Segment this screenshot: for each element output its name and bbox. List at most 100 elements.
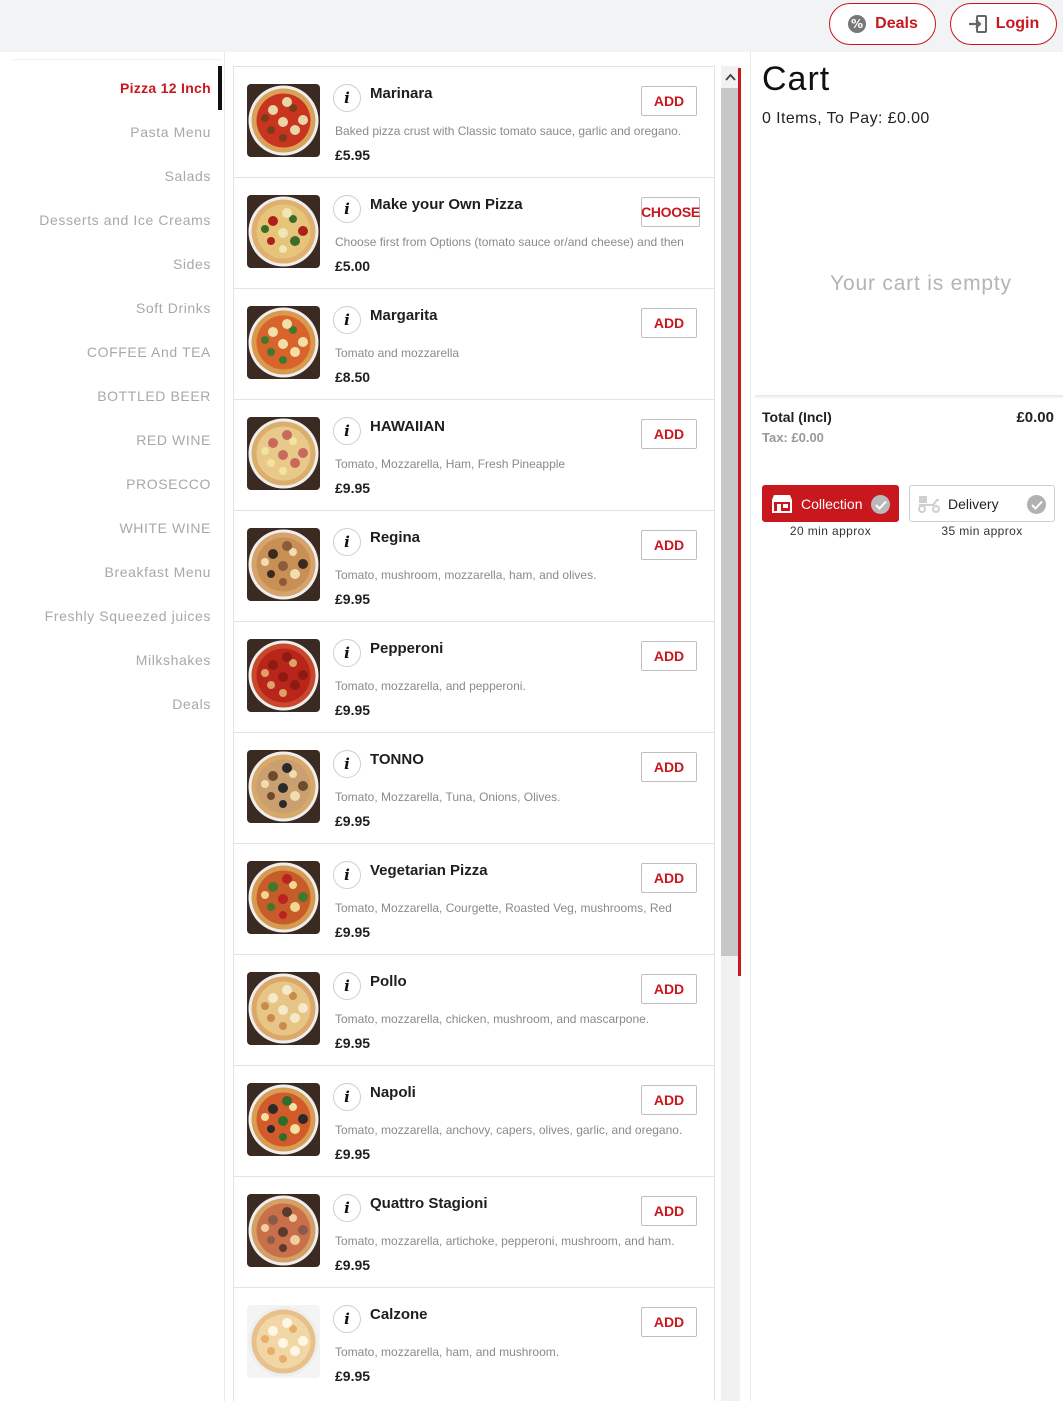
sidebar-item-prosecco[interactable]: PROSECCO <box>126 476 211 492</box>
menu-item-price: £8.50 <box>335 369 371 385</box>
top-bar: % Deals Login <box>0 0 1063 52</box>
menu-item-description: Tomato, mushroom, mozzarella, ham, and o… <box>335 568 597 582</box>
menu-item-name: Pepperoni <box>370 640 444 657</box>
info-icon[interactable]: i <box>333 528 361 556</box>
sidebar-divider <box>224 52 225 1401</box>
add-button[interactable]: ADD <box>641 86 697 116</box>
login-button[interactable]: Login <box>950 3 1057 45</box>
menu-item-row: i Marinara Baked pizza crust with Classic … <box>234 66 715 177</box>
add-button[interactable]: ADD <box>641 419 697 449</box>
info-icon[interactable]: i <box>333 750 361 778</box>
pizza-image[interactable] <box>247 639 320 712</box>
menu-item-price: £9.95 <box>335 924 371 940</box>
add-button[interactable]: ADD <box>641 863 697 893</box>
delivery-label: Delivery <box>948 495 999 512</box>
pizza-image[interactable] <box>247 195 320 268</box>
info-icon[interactable]: i <box>333 972 361 1000</box>
info-icon[interactable]: i <box>333 1194 361 1222</box>
pizza-image[interactable] <box>247 750 320 823</box>
menu-item-name: Vegetarian Pizza <box>370 862 488 879</box>
menu-item-row: i Pollo Tomato, mozzarella, chicken, mushr… <box>234 954 715 1065</box>
info-icon[interactable]: i <box>333 639 361 667</box>
add-button[interactable]: ADD <box>641 1307 697 1337</box>
menu-item-row: i TONNO Tomato, Mozzarella, Tuna, Onions, … <box>234 732 715 843</box>
menu-item-row: i Quattro Stagioni Tomato, mozzarella, art… <box>234 1176 715 1287</box>
menu-item-row: i Napoli Tomato, mozzarella, anchovy, cape… <box>234 1065 715 1176</box>
menu-item-row: i HAWAIIAN Tomato, Mozzarella, Ham, Fresh … <box>234 399 715 510</box>
info-icon[interactable]: i <box>333 84 361 112</box>
menu-item-price: £5.95 <box>335 147 371 163</box>
add-button[interactable]: ADD <box>641 974 697 1004</box>
menu-item-description: Tomato and mozzarella <box>335 346 460 360</box>
add-button[interactable]: ADD <box>641 641 697 671</box>
menu-item-description: Tomato, mozzarella, anchovy, capers, oli… <box>335 1123 683 1137</box>
pizza-image[interactable] <box>247 528 320 601</box>
menu-item-name: TONNO <box>370 751 424 768</box>
menu-item-price: £9.95 <box>335 480 371 496</box>
menu-item-name: Pollo <box>370 973 407 990</box>
delivery-approx-time: 35 min approx <box>941 524 1023 538</box>
add-button[interactable]: ADD <box>641 1196 697 1226</box>
add-button[interactable]: ADD <box>641 308 697 338</box>
sidebar-item-sides[interactable]: Sides <box>173 256 211 272</box>
cart-panel: Cart 0 Items, To Pay: £0.00 Your cart is… <box>750 52 1063 1401</box>
sidebar-item-white-wine[interactable]: WHITE WINE <box>119 520 211 536</box>
pizza-image[interactable] <box>247 861 320 934</box>
menu-item-list: i Marinara Baked pizza crust with Classic … <box>233 66 715 1401</box>
sidebar-top-divider <box>12 59 222 61</box>
sidebar-item-bottled-beer[interactable]: BOTTLED BEER <box>97 388 211 404</box>
info-icon[interactable]: i <box>333 306 361 334</box>
sidebar-item-deals[interactable]: Deals <box>172 696 211 712</box>
collection-option-button[interactable]: Collection <box>762 485 899 522</box>
menu-item-price: £9.95 <box>335 1146 371 1162</box>
pizza-image[interactable] <box>247 417 320 490</box>
menu-item-price: £9.95 <box>335 702 371 718</box>
pizza-image[interactable] <box>247 1305 320 1378</box>
cart-tax: Tax: £0.00 <box>762 430 824 445</box>
info-icon[interactable]: i <box>333 417 361 445</box>
menu-item-name: Napoli <box>370 1084 416 1101</box>
pizza-image[interactable] <box>247 1083 320 1156</box>
sidebar-item-pasta-menu[interactable]: Pasta Menu <box>130 124 211 140</box>
cart-divider <box>755 395 1063 399</box>
menu-scrollbar-thumb[interactable] <box>721 88 738 956</box>
menu-item-description: Tomato, mozzarella, chicken, mushroom, a… <box>335 1012 650 1026</box>
login-label: Login <box>995 15 1040 32</box>
menu-item-description: Tomato, mozzarella, ham, and mushroom. <box>335 1345 560 1359</box>
info-icon[interactable]: i <box>333 1083 361 1111</box>
pizza-image[interactable] <box>247 306 320 379</box>
sidebar-item-freshly-squeezed-juices[interactable]: Freshly Squeezed juices <box>45 608 211 624</box>
scooter-icon <box>916 494 942 514</box>
deals-label: Deals <box>875 15 918 32</box>
sidebar-item-desserts[interactable]: Desserts and Ice Creams <box>39 212 211 228</box>
choose-button[interactable]: CHOOSE <box>641 197 700 227</box>
add-button[interactable]: ADD <box>641 1085 697 1115</box>
sidebar-item-breakfast-menu[interactable]: Breakfast Menu <box>105 564 211 580</box>
menu-item-description: Tomato, mozzarella, artichoke, pepperoni… <box>335 1234 675 1248</box>
sidebar-item-red-wine[interactable]: RED WINE <box>136 432 211 448</box>
menu-item-price: £9.95 <box>335 1368 371 1384</box>
info-icon[interactable]: i <box>333 1305 361 1333</box>
menu-item-row: i Pepperoni Tomato, mozzarella, and pepper… <box>234 621 715 732</box>
menu-item-price: £9.95 <box>335 1035 371 1051</box>
sidebar-item-milkshakes[interactable]: Milkshakes <box>136 652 211 668</box>
cart-total-label: Total (Incl) <box>762 409 832 425</box>
sidebar-item-soft-drinks[interactable]: Soft Drinks <box>136 300 211 316</box>
add-button[interactable]: ADD <box>641 752 697 782</box>
menu-item-price: £5.00 <box>335 258 371 274</box>
sidebar-item-coffee-tea[interactable]: COFFEE And TEA <box>87 344 211 360</box>
info-icon[interactable]: i <box>333 195 361 223</box>
menu-item-row: i Vegetarian Pizza Tomato, Mozzarella, Cou… <box>234 843 715 954</box>
deals-button[interactable]: % Deals <box>829 3 936 45</box>
delivery-option-button[interactable]: Delivery <box>909 485 1055 522</box>
sidebar-item-salads[interactable]: Salads <box>165 168 211 184</box>
svg-text:%: % <box>851 17 863 31</box>
add-button[interactable]: ADD <box>641 530 697 560</box>
menu-item-row: i Margarita Tomato and mozzarella £8.50 ADD <box>234 288 715 399</box>
pizza-image[interactable] <box>247 972 320 1045</box>
menu-item-name: Make your Own Pizza <box>370 196 523 213</box>
sidebar-item-pizza-12-inch[interactable]: Pizza 12 Inch <box>120 80 211 96</box>
info-icon[interactable]: i <box>333 861 361 889</box>
pizza-image[interactable] <box>247 1194 320 1267</box>
pizza-image[interactable] <box>247 84 320 157</box>
